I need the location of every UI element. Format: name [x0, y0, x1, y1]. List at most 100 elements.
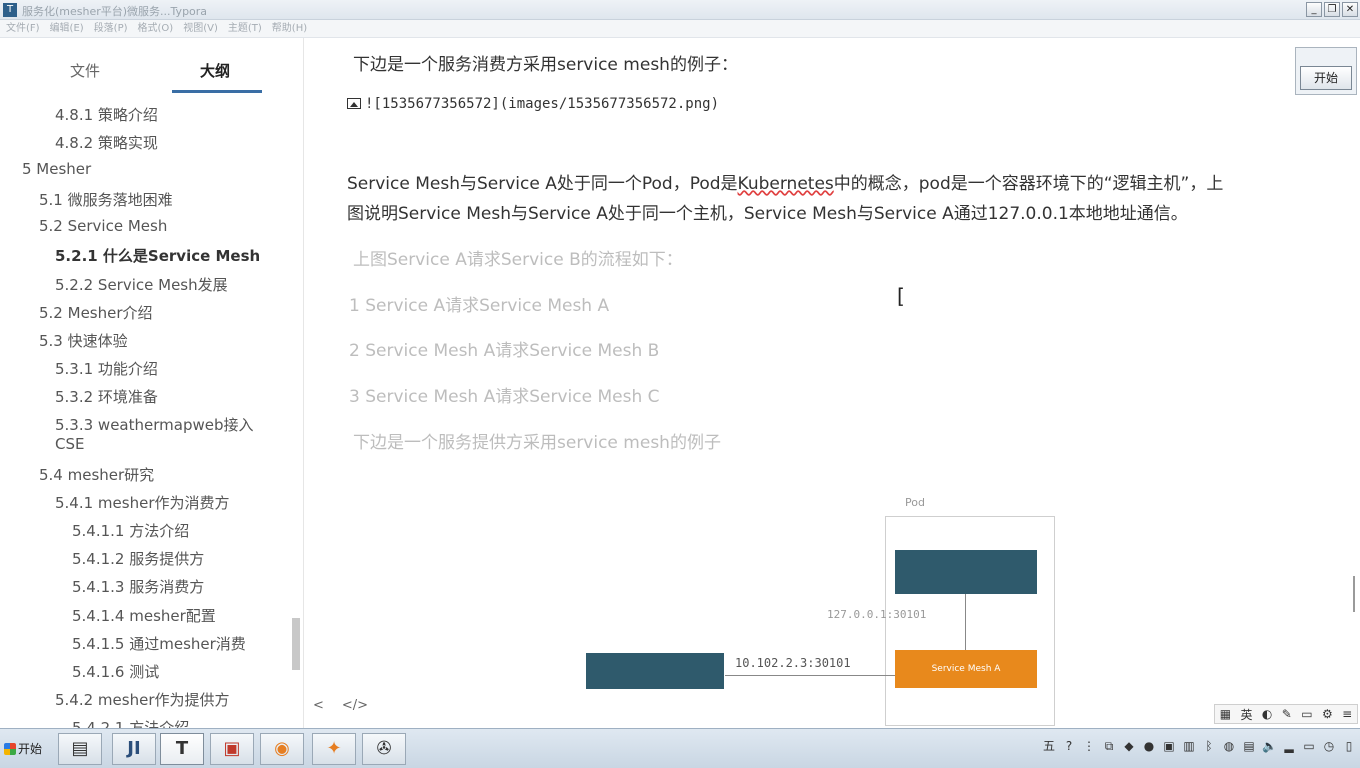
ime-grid-icon[interactable]: ▦: [1220, 707, 1231, 721]
restore-button[interactable]: ❐: [1324, 2, 1340, 17]
ime-settings-icon[interactable]: ⚙: [1322, 707, 1333, 721]
menu-paragraph[interactable]: 段落(P): [94, 20, 128, 37]
window-controls: _ ❐ ✕: [1306, 2, 1358, 17]
ip-address-label: 10.102.2.3:30101: [735, 656, 851, 670]
outline-item[interactable]: 4.8.2 策略实现: [55, 132, 158, 153]
spellcheck-word: Kubernetes: [737, 174, 834, 194]
outline-item[interactable]: 5.4.1.5 通过mesher消费: [72, 633, 246, 654]
image-icon: [347, 98, 361, 109]
local-address-label: 127.0.0.1:30101: [827, 608, 927, 621]
outline-item[interactable]: 4.8.1 策略介绍: [55, 104, 158, 125]
minimize-button[interactable]: _: [1306, 2, 1322, 17]
taskbar: 开始 ▤ JI T ▣ ◉ ✦ ✇ 五 ? ⋮ ⧉ ◆ ● ▣ ▥ ᛒ ◍ ▤ …: [0, 728, 1360, 768]
editor-area[interactable]: 下边是一个服务消费方采用service mesh的例子： ![153567735…: [305, 38, 1355, 728]
editor-footer: < </>: [313, 698, 368, 713]
typora-window: T 服务化(mesher平台)微服务...Typora _ ❐ ✕ 文件(F) …: [0, 0, 1360, 728]
outline-item[interactable]: 5.4.2 mesher作为提供方: [55, 689, 230, 710]
window-title: 服务化(mesher平台)微服务...Typora: [22, 5, 208, 18]
signal-icon[interactable]: ▂: [1282, 739, 1296, 753]
clipboard-icon[interactable]: ▤: [1242, 739, 1256, 753]
faded-text: 2 Service Mesh A请求Service Mesh B: [349, 341, 660, 361]
faded-text: 下边是一个服务提供方采用service mesh的例子: [353, 433, 721, 453]
clock-icon[interactable]: ◷: [1322, 739, 1336, 753]
ime-moon-icon[interactable]: ◐: [1262, 707, 1272, 721]
heading-line: 下边是一个服务消费方采用service mesh的例子：: [353, 55, 738, 75]
app-tray-icon[interactable]: ◆: [1122, 739, 1136, 753]
menu-file[interactable]: 文件(F): [6, 20, 40, 37]
taskbar-app-idea[interactable]: JI: [112, 733, 156, 765]
menu-edit[interactable]: 编辑(E): [50, 20, 84, 37]
bluetooth-icon[interactable]: ᛒ: [1202, 739, 1216, 753]
text-cursor: [: [897, 284, 905, 308]
service-mesh-box: Service Mesh A: [895, 650, 1037, 688]
pod-label: Pod: [905, 496, 925, 509]
help-icon[interactable]: ?: [1062, 739, 1076, 753]
taskbar-app-slides[interactable]: ▣: [210, 733, 254, 765]
faded-text: 3 Service Mesh A请求Service Mesh C: [349, 387, 660, 407]
outline-item[interactable]: 5.4.2.1 方法介绍: [72, 717, 189, 728]
outline-item[interactable]: 5.4.1.2 服务提供方: [72, 548, 204, 569]
tray-expand-icon[interactable]: ⋮: [1082, 739, 1096, 753]
show-desktop-icon[interactable]: ▯: [1342, 739, 1356, 753]
overlay-start-button[interactable]: 开始: [1300, 66, 1352, 90]
outline-item[interactable]: 5.1 微服务落地困难: [39, 189, 173, 210]
network-icon[interactable]: ⧉: [1102, 739, 1116, 753]
start-button[interactable]: 开始: [2, 734, 50, 764]
battery-icon[interactable]: ▭: [1302, 739, 1316, 753]
outline-item[interactable]: 5.4.1.6 测试: [72, 661, 159, 682]
menu-format[interactable]: 格式(O): [138, 20, 174, 37]
sidebar-scrollbar[interactable]: [292, 618, 300, 670]
outline-item[interactable]: 5.2 Mesher介绍: [39, 302, 153, 323]
paragraph-line-1: Service Mesh与Service A处于同一个Pod，Pod是Kuber…: [347, 174, 1224, 194]
service-box: [895, 550, 1037, 594]
editor-scrollbar[interactable]: [1353, 576, 1355, 612]
tab-files[interactable]: 文件: [70, 60, 100, 81]
app-icon: T: [3, 3, 17, 17]
system-tray: 五 ? ⋮ ⧉ ◆ ● ▣ ▥ ᛒ ◍ ▤ 🔈 ▂ ▭ ◷ ▯: [1042, 739, 1356, 753]
display-icon[interactable]: ▥: [1182, 739, 1196, 753]
outline-item[interactable]: 5.3 快速体验: [39, 330, 128, 351]
antivirus-icon[interactable]: ●: [1142, 739, 1156, 753]
outline-item[interactable]: 5.3.1 功能介绍: [55, 358, 158, 379]
tab-outline[interactable]: 大纲: [200, 60, 230, 81]
active-tab-indicator: [172, 90, 262, 93]
ime-keyboard-icon[interactable]: ▭: [1301, 707, 1312, 721]
taskbar-app-browser[interactable]: ◉: [260, 733, 304, 765]
outline-item[interactable]: 5 Mesher: [22, 160, 91, 178]
outline-item[interactable]: 5.4 mesher研究: [39, 464, 154, 485]
outline-item[interactable]: 5.2.2 Service Mesh发展: [55, 274, 228, 295]
menu-view[interactable]: 视图(V): [183, 20, 218, 37]
taskbar-app-tool[interactable]: ✦: [312, 733, 356, 765]
outline-item-active[interactable]: 5.2.1 什么是Service Mesh: [55, 245, 260, 266]
ime-toolbar: ▦ 英 ◐ ✎ ▭ ⚙ ≡: [1214, 704, 1358, 724]
outline-item[interactable]: 5.4.1 mesher作为消费方: [55, 492, 230, 513]
faded-text: 上图Service A请求Service B的流程如下：: [353, 250, 683, 270]
ime-pen-icon[interactable]: ✎: [1282, 707, 1292, 721]
outline-item[interactable]: 5.4.1.1 方法介绍: [72, 520, 189, 541]
browser-tray-icon[interactable]: ◍: [1222, 739, 1236, 753]
outline-item[interactable]: 5.3.3 weathermapweb接入: [55, 414, 254, 435]
faded-text: 1 Service A请求Service Mesh A: [349, 296, 610, 316]
connector-line: [725, 675, 895, 676]
pod-box: [885, 516, 1055, 726]
ime-menu-icon[interactable]: ≡: [1342, 707, 1352, 721]
menu-theme[interactable]: 主题(T): [228, 20, 262, 37]
outline-item-continued[interactable]: CSE: [55, 435, 84, 453]
outline-item[interactable]: 5.2 Service Mesh: [39, 217, 167, 235]
taskbar-app-files[interactable]: ▤: [58, 733, 102, 765]
outline-item[interactable]: 5.4.1.4 mesher配置: [72, 605, 216, 626]
outline-item[interactable]: 5.4.1.3 服务消费方: [72, 576, 204, 597]
source-mode-icon[interactable]: </>: [342, 698, 368, 713]
close-button[interactable]: ✕: [1342, 2, 1358, 17]
volume-icon[interactable]: 🔈: [1262, 739, 1277, 753]
back-icon[interactable]: <: [313, 698, 324, 713]
menu-help[interactable]: 帮助(H): [272, 20, 307, 37]
taskbar-app-typora[interactable]: T: [160, 733, 204, 765]
ime-language[interactable]: 英: [1240, 706, 1252, 723]
taskbar-app-recorder[interactable]: ✇: [362, 733, 406, 765]
screen-icon[interactable]: ▣: [1162, 739, 1176, 753]
menu-bar: 文件(F) 编辑(E) 段落(P) 格式(O) 视图(V) 主题(T) 帮助(H…: [0, 20, 1360, 38]
outline-item[interactable]: 5.3.2 环境准备: [55, 386, 158, 407]
ime-tray-icon[interactable]: 五: [1042, 739, 1056, 753]
overlay-start-panel: 开始: [1295, 47, 1357, 95]
